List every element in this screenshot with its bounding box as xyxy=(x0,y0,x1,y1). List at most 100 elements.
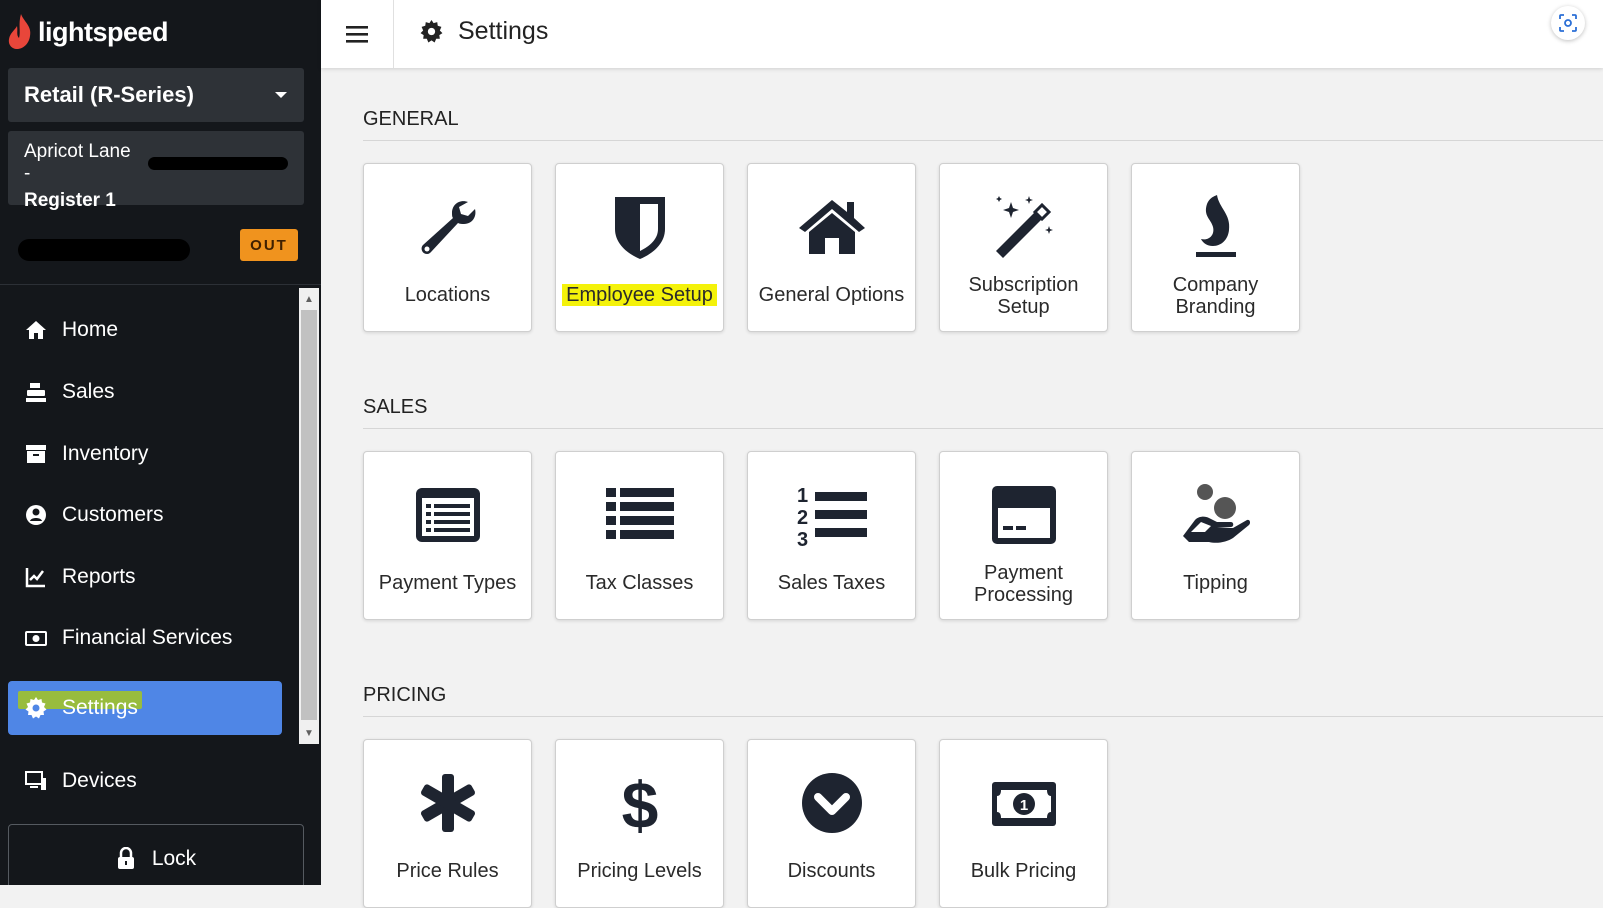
tile-label-line1: Payment xyxy=(984,562,1063,584)
sidebar-divider xyxy=(0,284,321,285)
credit-card-icon xyxy=(991,486,1056,544)
house-icon xyxy=(798,200,865,254)
redacted-text xyxy=(148,156,288,170)
sidebar-nav: Home Sales Inventory Customers Reports F… xyxy=(0,288,300,744)
lock-label: Lock xyxy=(151,847,197,870)
wrench-icon xyxy=(421,201,475,254)
page-title-text: Settings xyxy=(458,16,549,45)
settings-content: GENERAL Locations Employee Setup General… xyxy=(321,68,1603,908)
tile-payment-processing[interactable]: Payment Processing xyxy=(939,451,1108,620)
section-heading-general: GENERAL xyxy=(363,108,459,130)
scroll-down-arrow[interactable]: ▼ xyxy=(299,724,319,742)
sidebar-item-customers[interactable]: Customers xyxy=(8,488,282,542)
section-divider xyxy=(363,716,1603,717)
sidebar-item-devices[interactable]: Devices xyxy=(8,754,282,808)
tile-label: General Options xyxy=(758,284,905,306)
asterisk-icon xyxy=(420,774,475,832)
tile-employee-setup[interactable]: Employee Setup xyxy=(555,163,724,332)
register-info[interactable]: Apricot Lane - Register 1 xyxy=(8,131,304,211)
tile-discounts[interactable]: Discounts xyxy=(747,739,916,908)
magic-wand-icon xyxy=(995,196,1053,258)
sidebar-item-inventory[interactable]: Inventory xyxy=(8,427,282,481)
sidebar-item-label: Home xyxy=(62,318,119,341)
tile-tax-classes[interactable]: Tax Classes xyxy=(555,451,724,620)
sidebar-scrollbar[interactable]: ▲ ▼ xyxy=(299,288,319,744)
tile-locations[interactable]: Locations xyxy=(363,163,532,332)
tile-label-line2: Branding xyxy=(1175,296,1256,318)
tile-label: Employee Setup xyxy=(562,284,717,306)
sidebar-item-label: Financial Services xyxy=(62,626,233,649)
lock-button[interactable]: Lock xyxy=(8,824,304,885)
hamburger-icon xyxy=(346,26,368,43)
scroll-thumb[interactable] xyxy=(301,310,317,720)
top-bar: Settings xyxy=(321,0,1603,68)
screen-capture-button[interactable] xyxy=(1551,6,1585,40)
svg-text:1: 1 xyxy=(797,485,808,507)
store-type-dropdown[interactable]: Retail (R-Series) xyxy=(8,68,304,122)
lightspeed-logo[interactable]: lightspeed xyxy=(8,14,169,50)
sidebar-item-label: Inventory xyxy=(62,442,149,465)
sidebar: lightspeed Retail (R-Series) Apricot Lan… xyxy=(0,0,321,885)
page-title: Settings xyxy=(419,0,548,62)
logo-wordmark: lightspeed xyxy=(38,16,169,47)
section-heading-pricing: PRICING xyxy=(363,684,447,706)
inventory-icon xyxy=(26,445,46,463)
tile-company-branding[interactable]: Company Branding xyxy=(1131,163,1300,332)
tile-label: Bulk Pricing xyxy=(970,860,1077,882)
flame-logo-icon xyxy=(8,14,31,49)
tile-label-line2: Setup xyxy=(997,296,1050,318)
tile-label: Locations xyxy=(404,284,491,306)
tile-sales-taxes[interactable]: 123 Sales Taxes xyxy=(747,451,916,620)
section-divider xyxy=(363,428,1603,429)
tile-label-line1: Subscription xyxy=(968,274,1079,296)
user-circle-icon xyxy=(26,505,46,525)
register-location: Apricot Lane - xyxy=(24,141,131,184)
svg-text:2: 2 xyxy=(797,507,808,529)
tile-label: Payment Types xyxy=(378,572,517,594)
gear-icon xyxy=(25,697,47,719)
flame-icon xyxy=(1195,195,1236,257)
employee-row: OUT xyxy=(18,229,298,265)
sidebar-item-label: Sales xyxy=(62,380,115,403)
tile-tipping[interactable]: Tipping xyxy=(1131,451,1300,620)
money-icon xyxy=(25,631,47,646)
tile-payment-types[interactable]: Payment Types xyxy=(363,451,532,620)
sidebar-item-label: Settings xyxy=(62,696,138,719)
caret-down-icon xyxy=(275,92,287,98)
svg-text:$: $ xyxy=(621,770,658,836)
sidebar-item-financial-services[interactable]: Financial Services xyxy=(8,611,282,665)
sidebar-item-home[interactable]: Home xyxy=(8,303,282,357)
register-name: Register 1 xyxy=(24,190,116,211)
devices-icon xyxy=(25,771,46,790)
clock-out-badge[interactable]: OUT xyxy=(240,229,298,261)
tile-label: Tipping xyxy=(1183,572,1248,594)
tile-subscription-setup[interactable]: Subscription Setup xyxy=(939,163,1108,332)
sidebar-item-label: Customers xyxy=(62,503,164,526)
lock-icon xyxy=(117,847,134,869)
tile-general-options[interactable]: General Options xyxy=(747,163,916,332)
section-divider xyxy=(363,140,1603,141)
chart-line-icon xyxy=(25,568,45,588)
banknote-icon: 1 xyxy=(991,782,1056,826)
svg-text:3: 3 xyxy=(797,529,808,548)
scroll-up-arrow[interactable]: ▲ xyxy=(299,290,319,308)
capture-icon xyxy=(1559,14,1577,32)
sidebar-item-sales[interactable]: Sales xyxy=(8,365,282,419)
tile-label: Discounts xyxy=(787,860,876,882)
tile-bulk-pricing[interactable]: 1 Bulk Pricing xyxy=(939,739,1108,908)
tile-label-line2: Processing xyxy=(974,584,1073,606)
store-type-label: Retail (R-Series) xyxy=(24,82,194,107)
tile-label: Pricing Levels xyxy=(577,860,702,882)
tile-price-rules[interactable]: Price Rules xyxy=(363,739,532,908)
svg-text:1: 1 xyxy=(1019,797,1027,814)
receipt-list-icon xyxy=(415,488,480,542)
register-icon xyxy=(26,383,46,402)
sidebar-item-label: Reports xyxy=(62,565,136,588)
menu-toggle-button[interactable] xyxy=(321,0,394,68)
numbered-list-icon: 123 xyxy=(797,485,867,548)
redacted-employee-name xyxy=(18,239,190,261)
tile-pricing-levels[interactable]: $ Pricing Levels xyxy=(555,739,724,908)
dollar-icon: $ xyxy=(621,770,658,836)
sidebar-item-reports[interactable]: Reports xyxy=(8,550,282,604)
sidebar-item-settings[interactable]: Settings xyxy=(8,681,282,735)
